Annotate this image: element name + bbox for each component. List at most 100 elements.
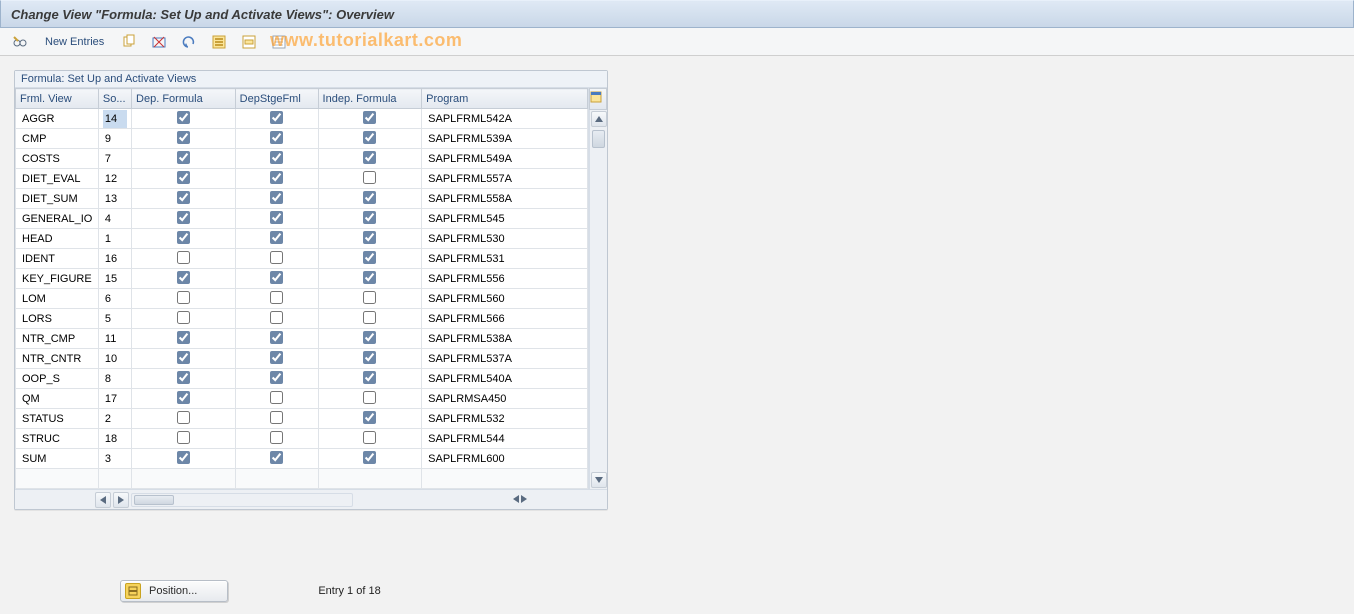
indep-formula-checkbox[interactable] xyxy=(363,451,376,464)
program-input[interactable] xyxy=(426,210,583,228)
cell-program[interactable] xyxy=(422,389,588,409)
vscroll-track[interactable] xyxy=(590,128,607,471)
cell-program[interactable] xyxy=(422,289,588,309)
cell-sort[interactable] xyxy=(98,349,131,369)
empty-cell[interactable] xyxy=(98,469,131,489)
frml-view-input[interactable] xyxy=(20,330,94,348)
dep-formula-checkbox[interactable] xyxy=(177,351,190,364)
cell-sort[interactable] xyxy=(98,309,131,329)
delete-button[interactable] xyxy=(147,32,171,52)
program-input[interactable] xyxy=(426,190,583,208)
col-sort[interactable]: So... xyxy=(98,89,131,109)
cell-indep-formula[interactable] xyxy=(318,409,422,429)
cell-dep-stage[interactable] xyxy=(235,109,318,129)
cell-dep-formula[interactable] xyxy=(132,109,236,129)
cell-frml-view[interactable] xyxy=(16,329,99,349)
new-entries-button[interactable]: New Entries xyxy=(38,32,111,52)
hscroll-left-button[interactable] xyxy=(95,492,111,508)
hscroll-right-button[interactable] xyxy=(113,492,129,508)
cell-program[interactable] xyxy=(422,189,588,209)
table-row[interactable] xyxy=(16,309,588,329)
cell-frml-view[interactable] xyxy=(16,209,99,229)
cell-indep-formula[interactable] xyxy=(318,309,422,329)
indep-formula-checkbox[interactable] xyxy=(363,391,376,404)
horizontal-scrollbar-right[interactable] xyxy=(513,494,527,506)
dep-formula-checkbox[interactable] xyxy=(177,311,190,324)
cell-dep-formula[interactable] xyxy=(132,269,236,289)
cell-indep-formula[interactable] xyxy=(318,209,422,229)
cell-program[interactable] xyxy=(422,309,588,329)
cell-frml-view[interactable] xyxy=(16,229,99,249)
program-input[interactable] xyxy=(426,110,583,128)
program-input[interactable] xyxy=(426,410,583,428)
select-all-button[interactable] xyxy=(207,32,231,52)
cell-dep-stage[interactable] xyxy=(235,449,318,469)
indep-formula-checkbox[interactable] xyxy=(363,291,376,304)
hscroll-thumb-left[interactable] xyxy=(134,495,174,505)
cell-sort[interactable] xyxy=(98,109,131,129)
indep-formula-checkbox[interactable] xyxy=(363,251,376,264)
cell-dep-formula[interactable] xyxy=(132,329,236,349)
dep-formula-checkbox[interactable] xyxy=(177,391,190,404)
cell-program[interactable] xyxy=(422,229,588,249)
indep-formula-checkbox[interactable] xyxy=(363,191,376,204)
table-row[interactable] xyxy=(16,409,588,429)
empty-cell[interactable] xyxy=(16,469,99,489)
frml-view-input[interactable] xyxy=(20,110,94,128)
indep-formula-checkbox[interactable] xyxy=(363,271,376,284)
cell-indep-formula[interactable] xyxy=(318,289,422,309)
empty-cell[interactable] xyxy=(422,469,588,489)
table-row[interactable] xyxy=(16,109,588,129)
program-input[interactable] xyxy=(426,250,583,268)
cell-frml-view[interactable] xyxy=(16,149,99,169)
vscroll-thumb[interactable] xyxy=(592,130,605,148)
cell-frml-view[interactable] xyxy=(16,429,99,449)
cell-dep-formula[interactable] xyxy=(132,249,236,269)
dep-stage-checkbox[interactable] xyxy=(270,271,283,284)
program-input[interactable] xyxy=(426,130,583,148)
cell-dep-formula[interactable] xyxy=(132,189,236,209)
table-row[interactable] xyxy=(16,449,588,469)
table-row[interactable] xyxy=(16,169,588,189)
dep-stage-checkbox[interactable] xyxy=(270,431,283,444)
cell-dep-stage[interactable] xyxy=(235,249,318,269)
cell-dep-formula[interactable] xyxy=(132,389,236,409)
cell-sort[interactable] xyxy=(98,189,131,209)
cell-dep-formula[interactable] xyxy=(132,129,236,149)
sort-input[interactable] xyxy=(103,290,127,308)
cell-frml-view[interactable] xyxy=(16,269,99,289)
cell-program[interactable] xyxy=(422,269,588,289)
sort-input[interactable] xyxy=(103,130,127,148)
table-row[interactable] xyxy=(16,229,588,249)
cell-indep-formula[interactable] xyxy=(318,189,422,209)
program-input[interactable] xyxy=(426,350,583,368)
dep-formula-checkbox[interactable] xyxy=(177,231,190,244)
cell-dep-stage[interactable] xyxy=(235,289,318,309)
cell-program[interactable] xyxy=(422,349,588,369)
table-row[interactable] xyxy=(16,209,588,229)
sort-input[interactable] xyxy=(103,430,127,448)
dep-formula-checkbox[interactable] xyxy=(177,371,190,384)
cell-dep-formula[interactable] xyxy=(132,369,236,389)
sort-input[interactable] xyxy=(103,370,127,388)
sort-input[interactable] xyxy=(103,230,127,248)
dep-stage-checkbox[interactable] xyxy=(270,371,283,384)
table-row[interactable] xyxy=(16,369,588,389)
sort-input[interactable] xyxy=(103,450,127,468)
frml-view-input[interactable] xyxy=(20,290,94,308)
cell-frml-view[interactable] xyxy=(16,289,99,309)
col-frml-view[interactable]: Frml. View xyxy=(16,89,99,109)
dep-stage-checkbox[interactable] xyxy=(270,251,283,264)
table-row[interactable] xyxy=(16,429,588,449)
cell-frml-view[interactable] xyxy=(16,189,99,209)
dep-stage-checkbox[interactable] xyxy=(270,331,283,344)
dep-stage-checkbox[interactable] xyxy=(270,291,283,304)
cell-dep-formula[interactable] xyxy=(132,349,236,369)
dep-formula-checkbox[interactable] xyxy=(177,251,190,264)
cell-dep-stage[interactable] xyxy=(235,429,318,449)
table-row[interactable] xyxy=(16,389,588,409)
configure-columns-button[interactable] xyxy=(589,88,607,110)
dep-stage-checkbox[interactable] xyxy=(270,191,283,204)
frml-view-input[interactable] xyxy=(20,410,94,428)
cell-program[interactable] xyxy=(422,409,588,429)
